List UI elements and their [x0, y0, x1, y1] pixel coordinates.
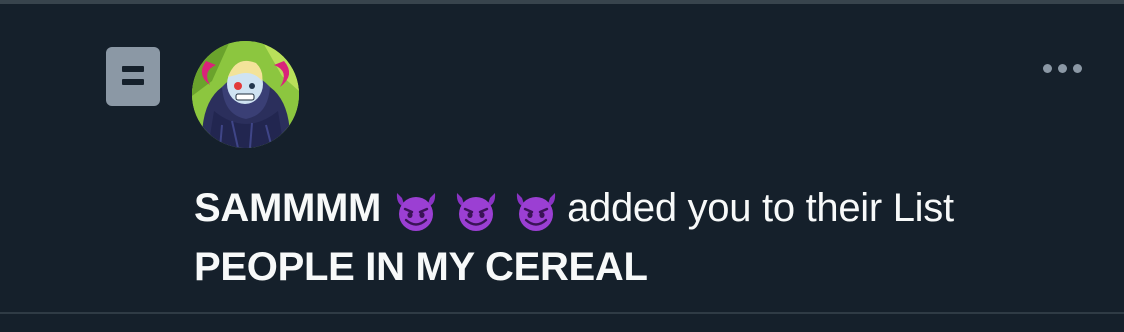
bottom-divider: [0, 312, 1124, 314]
more-horizontal-icon: [1042, 63, 1052, 73]
notification-text: SAMMMM added you to their List PEOPLE IN…: [194, 182, 1094, 293]
action-text: added you to their List: [567, 186, 954, 230]
user-display-name[interactable]: SAMMMM: [194, 186, 381, 230]
list-icon: [106, 47, 160, 106]
avatar[interactable]: [192, 41, 299, 148]
list-name-link[interactable]: PEOPLE IN MY CEREAL: [194, 241, 1094, 293]
top-divider: [0, 0, 1124, 4]
smiling-imp-emoji: [456, 193, 496, 231]
emoji-group: [393, 189, 559, 241]
smiling-imp-emoji: [516, 193, 556, 231]
smiling-imp-emoji: [396, 193, 436, 231]
more-options-button[interactable]: [1036, 56, 1088, 80]
